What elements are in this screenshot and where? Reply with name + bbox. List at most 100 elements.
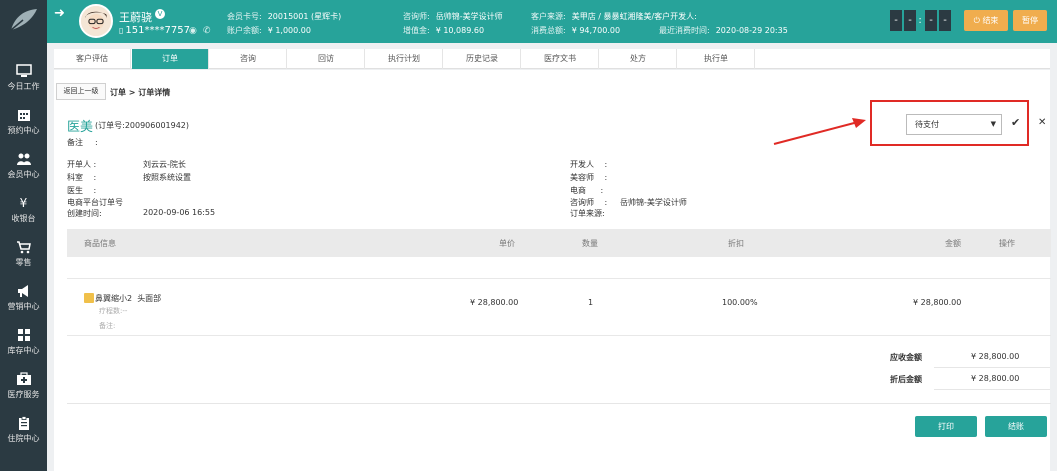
timer-colon: : [918, 15, 922, 26]
timer-digit: - [890, 10, 902, 31]
product-name: 鼻翼缩小2 头面部 [95, 294, 162, 303]
users-icon [16, 153, 31, 165]
call-icon[interactable]: ✆ [203, 26, 211, 36]
info-label: 开发人 : [570, 160, 608, 169]
quantity: 1 [588, 298, 594, 307]
sidebar-item-label: 营销中心 [7, 302, 40, 311]
discount: 100.00% [722, 298, 758, 307]
sidebar-item-cashier[interactable]: ¥ 收银台 [0, 190, 47, 234]
receivable-label: 应收金额 [890, 353, 922, 362]
clipboard-icon [18, 416, 29, 430]
pause-button[interactable]: 暂停 [1013, 10, 1047, 31]
customer-phone: ▯ 151****7757 [119, 25, 190, 36]
sidebar-item-today[interactable]: 今日工作 [0, 58, 47, 102]
expand-arrow-icon[interactable]: ➜ [54, 6, 65, 21]
column-header: 金额 [945, 239, 961, 248]
confirm-check-icon[interactable]: ✔ [1011, 116, 1020, 129]
account-balance: 账户余额: ¥ 1,000.00 [227, 26, 311, 35]
info-label: 电商平台订单号 [67, 198, 123, 207]
total-consumption: 消费总额: ¥ 94,700.00 [531, 26, 621, 35]
timer-digit: - [904, 10, 916, 31]
sidebar: 今日工作 预约中心 会员中心 ¥ 收银台 零售 营销中心 库存中心 医疗服务 住… [0, 0, 47, 471]
column-header: 折扣 [728, 239, 744, 248]
logo-icon [10, 9, 37, 31]
tab-execution-plan[interactable]: 执行计划 [366, 49, 443, 69]
tab-medical-docs[interactable]: 医疗文书 [522, 49, 599, 69]
amount: ¥ 28,800.00 [913, 298, 962, 307]
unit-price: ¥ 28,800.00 [470, 298, 519, 307]
caret-down-icon: ▼ [990, 120, 996, 128]
sidebar-item-label: 库存中心 [7, 346, 40, 355]
column-header: 商品信息 [84, 239, 116, 248]
info-value: 2020-09-06 16:55 [143, 208, 216, 217]
tab-assessment[interactable]: 客户评估 [54, 49, 131, 69]
summary-divider [934, 367, 1050, 368]
info-label: 订单来源: [570, 209, 605, 218]
info-label: 电商 : [570, 186, 604, 195]
deposit: 增值金: ¥ 10,089.60 [403, 26, 485, 35]
sidebar-item-label: 收银台 [11, 214, 36, 223]
tab-prescription[interactable]: 处方 [600, 49, 677, 69]
tab-order[interactable]: 订单 [132, 49, 209, 69]
course-count: 疗程数:-- [99, 307, 128, 315]
sidebar-item-medical[interactable]: 医疗服务 [0, 366, 47, 410]
vip-badge-icon: V [155, 9, 165, 19]
timer-digit: - [939, 10, 951, 31]
timer-digit: - [925, 10, 937, 31]
back-button[interactable]: 返回上一级 [56, 83, 106, 100]
tab-execution-sheet[interactable]: 执行单 [678, 49, 755, 69]
info-label: 创建时间: [67, 209, 102, 218]
megaphone-icon [17, 285, 28, 297]
after-discount-value: ¥ 28,800.00 [971, 374, 1020, 383]
monitor-icon [15, 64, 32, 77]
close-icon[interactable]: ✕ [1038, 117, 1046, 128]
sidebar-item-label: 住院中心 [7, 434, 40, 443]
phone-icon: ▯ [119, 26, 124, 35]
sidebar-item-label: 今日工作 [7, 82, 40, 91]
order-status-select[interactable]: 待支付 ▼ [906, 114, 1002, 135]
customer-header: ➜ 王蔚骁 V ▯ 151****7757 ◉ ✆ 会员卡号: 20015001 (… [47, 0, 1057, 43]
column-header: 单价 [499, 239, 515, 248]
info-value: 按照系统设置 [143, 173, 191, 182]
medkit-icon [16, 372, 31, 385]
tab-bar: 客户评估 订单 咨询 回访 执行计划 历史记录 医疗文书 处方 执行单 [54, 49, 1050, 69]
info-value: 岳帅锦-美学设计师 [620, 198, 687, 207]
card-number: 会员卡号: 20015001 (星辉卡) [227, 12, 342, 21]
receivable-value: ¥ 28,800.00 [971, 352, 1020, 361]
info-label: 开单人 : [67, 160, 97, 169]
sidebar-item-retail[interactable]: 零售 [0, 234, 47, 278]
sidebar-item-label: 会员中心 [7, 170, 40, 179]
info-label: 美容师 : [570, 173, 608, 182]
sidebar-item-inventory[interactable]: 库存中心 [0, 322, 47, 366]
avatar[interactable] [79, 4, 113, 38]
tab-followup[interactable]: 回访 [288, 49, 365, 69]
column-header: 操作 [999, 239, 1015, 248]
end-button[interactable]: ⏻ 结束 [964, 10, 1008, 31]
sidebar-item-label: 医疗服务 [7, 390, 40, 399]
order-number: (订单号:200906001942) [95, 121, 190, 130]
sidebar-item-inpatient[interactable]: 住院中心 [0, 410, 47, 454]
sidebar-item-marketing[interactable]: 营销中心 [0, 278, 47, 322]
checkout-button[interactable]: 结账 [985, 416, 1047, 437]
cart-icon [16, 241, 31, 254]
annotation-arrow-icon [773, 118, 866, 145]
eye-icon[interactable]: ◉ [189, 26, 197, 36]
table-header: 商品信息 单价 数量 折扣 金额 操作 [67, 229, 1051, 257]
info-value: 刘云云-院长 [143, 160, 186, 169]
print-button[interactable]: 打印 [915, 416, 977, 437]
product-icon [84, 293, 94, 303]
sidebar-item-label: 预约中心 [7, 126, 40, 135]
summary-divider [934, 389, 1050, 390]
after-discount-label: 折后金额 [890, 375, 922, 384]
sidebar-item-member[interactable]: 会员中心 [0, 146, 47, 190]
info-label: 医生 : [67, 186, 97, 195]
content-divider [67, 403, 1051, 404]
tab-consult[interactable]: 咨询 [210, 49, 287, 69]
calendar-icon [17, 110, 30, 121]
grid-icon [17, 329, 30, 341]
row-remark: 备注: [99, 322, 116, 330]
customer-name: 王蔚骁 [119, 11, 152, 24]
tab-history[interactable]: 历史记录 [444, 49, 521, 69]
sidebar-item-appointment[interactable]: 预约中心 [0, 102, 47, 146]
table-row: 鼻翼缩小2 头面部 疗程数:-- 备注: ¥ 28,800.00 1 100.0… [67, 278, 1051, 336]
